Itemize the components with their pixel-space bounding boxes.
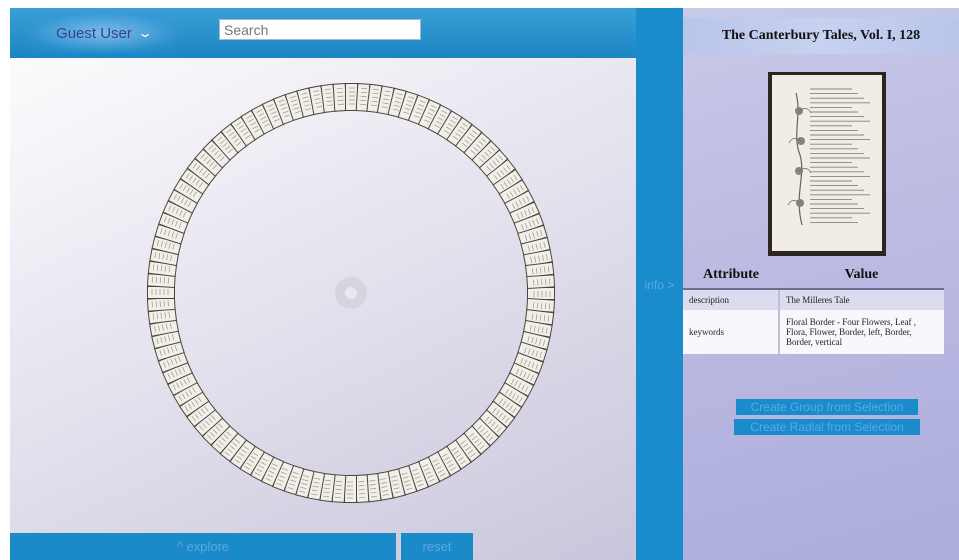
value-cell: The Milleres Tale	[779, 289, 944, 310]
value-column-header: Value	[779, 261, 944, 290]
table-row: description The Milleres Tale	[683, 289, 944, 310]
chevron-down-icon: ⌄	[136, 26, 153, 40]
create-radial-button[interactable]: Create Radial from Selection	[734, 419, 920, 435]
page-thumbnail-tile[interactable]	[526, 274, 556, 290]
spinner-center	[345, 287, 357, 299]
value-cell: Floral Border - Four Flowers, Leaf , Flo…	[779, 310, 944, 354]
radial-canvas[interactable]: Guest User ⌄ ^ explore reset	[10, 8, 636, 560]
detail-title: The Canterbury Tales, Vol. I, 128	[721, 28, 921, 43]
user-name: Guest User	[56, 24, 132, 42]
page-thumbnail-tile[interactable]	[527, 287, 555, 300]
attribute-column-header: Attribute	[683, 261, 779, 290]
radial-page-ring[interactable]	[10, 58, 636, 530]
info-toggle-label[interactable]: info >	[636, 278, 683, 292]
manuscript-illustration	[787, 88, 870, 226]
page-thumbnail-tile[interactable]	[146, 296, 176, 312]
top-toolbar: Guest User ⌄	[10, 8, 636, 58]
explore-button[interactable]: ^ explore	[10, 533, 396, 560]
page-thumbnail-tile[interactable]	[147, 286, 175, 299]
attribute-cell: keywords	[683, 310, 780, 354]
attribute-cell: description	[683, 289, 780, 310]
attribute-table: Attribute Value description The Milleres…	[683, 261, 944, 354]
page-thumbnail[interactable]	[768, 72, 886, 256]
reset-button[interactable]: reset	[401, 533, 473, 560]
user-menu-button[interactable]: Guest User ⌄	[28, 13, 178, 53]
manuscript-page-image	[772, 75, 882, 251]
create-group-button[interactable]: Create Group from Selection	[736, 399, 918, 415]
info-toggle-strip[interactable]: info >	[636, 8, 683, 560]
detail-panel: The Canterbury Tales, Vol. I, 128 Attrib…	[683, 8, 959, 560]
table-row: keywords Floral Border - Four Flowers, L…	[683, 310, 944, 354]
detail-title-bar: The Canterbury Tales, Vol. I, 128	[683, 18, 959, 54]
window-frame	[0, 0, 10, 560]
search-input[interactable]	[219, 19, 421, 40]
